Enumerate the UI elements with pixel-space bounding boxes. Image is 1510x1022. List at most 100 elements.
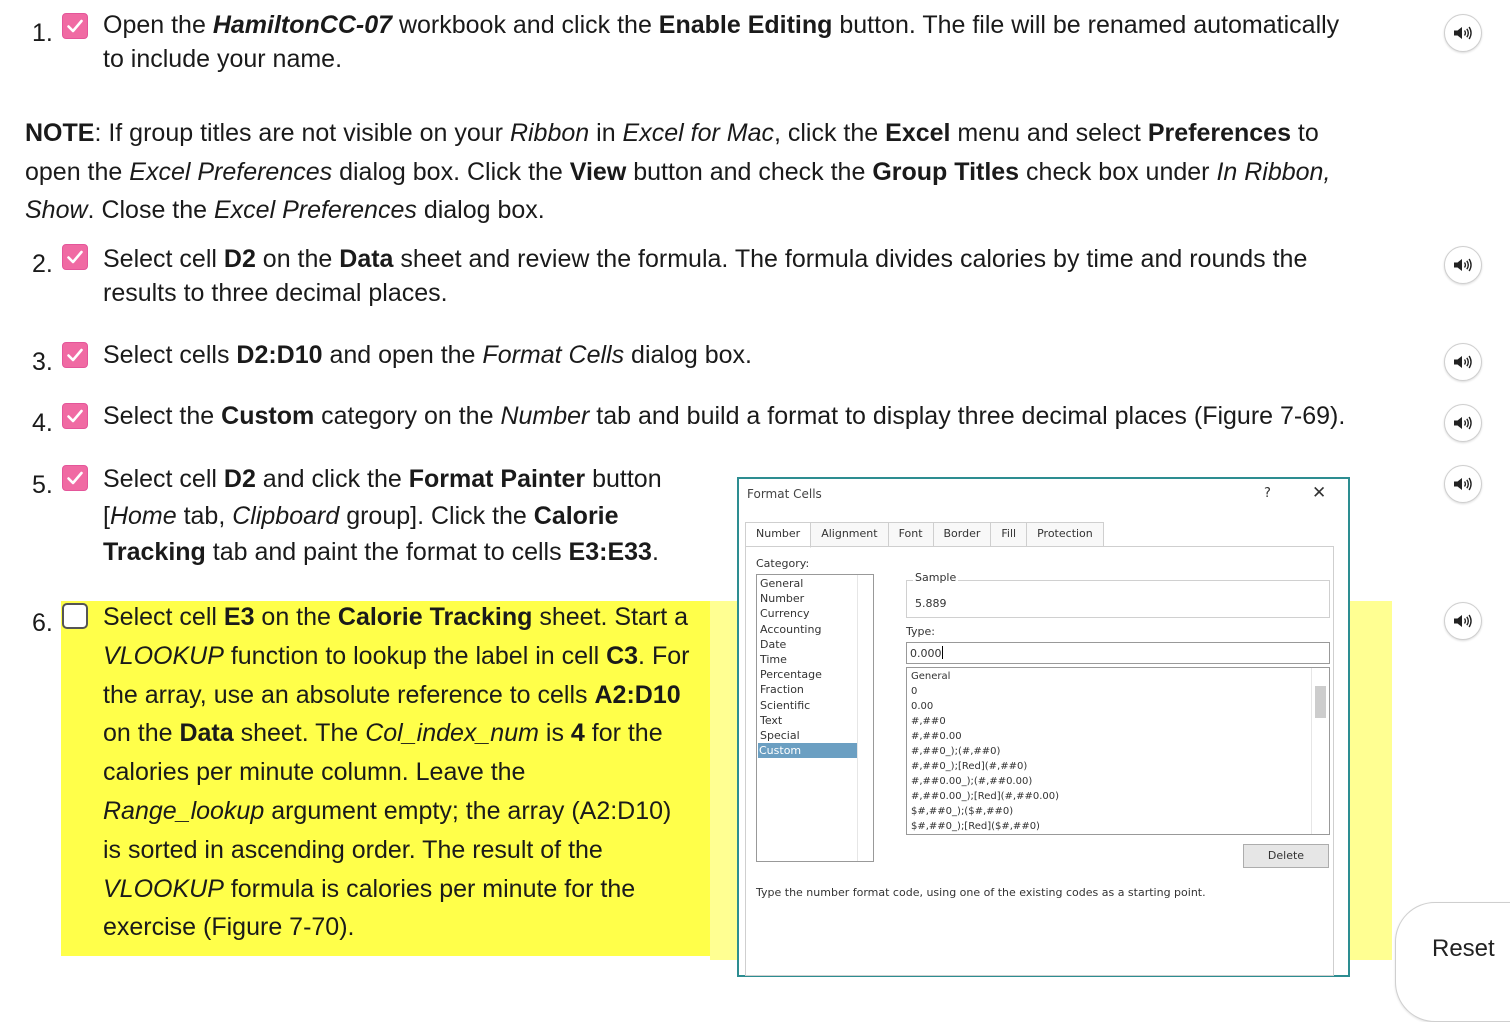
speaker-glyph bbox=[1454, 614, 1472, 628]
format-code-item[interactable]: #,##0 bbox=[911, 714, 1325, 729]
speaker-icon[interactable] bbox=[1444, 343, 1482, 381]
speaker-glyph bbox=[1454, 416, 1472, 430]
checkmark-icon bbox=[67, 471, 83, 485]
type-input[interactable]: 0.000 bbox=[906, 642, 1330, 664]
sample-label: Sample bbox=[913, 571, 959, 584]
format-code-item[interactable]: 0.00 bbox=[911, 699, 1325, 714]
step-checkbox[interactable] bbox=[62, 603, 88, 629]
sample-value: 5.889 bbox=[915, 597, 947, 610]
step-checkbox[interactable] bbox=[62, 244, 88, 270]
text-line: Select cell D2 on the Data sheet and rev… bbox=[103, 245, 1308, 273]
format-code-list[interactable]: General 0 0.00 #,##0 #,##0.00 #,##0_);(#,##0)… bbox=[906, 667, 1330, 835]
format-code-item[interactable]: $#,##0_);($#,##0) bbox=[911, 804, 1325, 819]
step-checkbox[interactable] bbox=[62, 342, 88, 368]
category-item-fraction[interactable]: Fraction bbox=[759, 682, 871, 697]
step-checkbox[interactable] bbox=[62, 465, 88, 491]
format-code-item[interactable]: 0 bbox=[911, 684, 1325, 699]
format-code-item[interactable]: #,##0_);[Red](#,##0) bbox=[911, 759, 1325, 774]
category-item-general[interactable]: General bbox=[759, 576, 871, 591]
text-line: Select cell E3 on the Calorie Tracking s… bbox=[103, 603, 689, 631]
text-line: VLOOKUP formula is calories per minute f… bbox=[103, 874, 636, 903]
text-line: is sorted in ascending order. The result… bbox=[103, 835, 603, 864]
close-button[interactable]: ✕ bbox=[1312, 483, 1326, 503]
tab-fill[interactable]: Fill bbox=[990, 522, 1028, 547]
note-text: NOTE: If group titles are not visible on… bbox=[25, 114, 1395, 230]
checkmark-icon bbox=[67, 250, 83, 264]
category-item-date[interactable]: Date bbox=[759, 637, 871, 652]
text-line: Range_lookup argument empty; the array (… bbox=[103, 796, 672, 825]
dialog-hint: Type the number format code, using one o… bbox=[756, 886, 1206, 899]
text-line: Tracking tab and paint the format to cel… bbox=[103, 538, 659, 566]
help-button[interactable]: ? bbox=[1264, 486, 1271, 501]
text-line: VLOOKUP function to lookup the label in … bbox=[103, 641, 690, 670]
category-item-currency[interactable]: Currency bbox=[759, 606, 871, 621]
text-line: Show. Close the Excel Preferences dialog… bbox=[25, 196, 545, 224]
category-scrollbar[interactable] bbox=[857, 575, 873, 861]
format-code-item[interactable]: General bbox=[911, 669, 1325, 684]
text-line: Select the Custom category on the Number… bbox=[103, 402, 1346, 430]
format-code-item[interactable]: #,##0.00_);(#,##0.00) bbox=[911, 774, 1325, 789]
text-line: exercise (Figure 7-70). bbox=[103, 913, 355, 942]
tab-font[interactable]: Font bbox=[887, 522, 934, 547]
step-number: 1. bbox=[32, 19, 53, 47]
category-item-number[interactable]: Number bbox=[759, 591, 871, 606]
tab-alignment[interactable]: Alignment bbox=[810, 522, 889, 547]
text-line: Select cells D2:D10 and open the Format … bbox=[103, 341, 752, 369]
dialog-tabs: Number Alignment Font Border Fill Protection bbox=[745, 522, 1104, 548]
reset-button[interactable]: Reset bbox=[1395, 902, 1510, 1022]
speaker-icon[interactable] bbox=[1444, 465, 1482, 503]
type-value: 0.000 bbox=[910, 647, 942, 660]
delete-button[interactable]: Delete bbox=[1243, 844, 1329, 868]
dialog-title: Format Cells bbox=[747, 487, 822, 501]
category-list[interactable]: General Number Currency Accounting Date Time P… bbox=[756, 574, 874, 862]
step-checkbox[interactable] bbox=[62, 13, 88, 39]
speaker-glyph bbox=[1454, 355, 1472, 369]
speaker-icon[interactable] bbox=[1444, 14, 1482, 52]
step-number: 2. bbox=[32, 250, 53, 278]
format-list-scrollbar[interactable] bbox=[1311, 668, 1329, 834]
speaker-glyph bbox=[1454, 26, 1472, 40]
tab-border[interactable]: Border bbox=[932, 522, 992, 547]
type-label: Type: bbox=[906, 625, 935, 638]
text-line: NOTE: If group titles are not visible on… bbox=[25, 119, 1319, 147]
tab-number[interactable]: Number bbox=[745, 522, 812, 548]
text-line: on the Data sheet. The Col_index_num is … bbox=[103, 719, 663, 748]
text-line: results to three decimal places. bbox=[103, 279, 448, 307]
format-code-item[interactable]: #,##0.00 bbox=[911, 729, 1325, 744]
tab-protection[interactable]: Protection bbox=[1026, 522, 1104, 547]
format-code-item[interactable]: $#,##0_);[Red]($#,##0) bbox=[911, 819, 1325, 834]
text-line: [Home tab, Clipboard group]. Click the C… bbox=[103, 501, 619, 530]
category-item-scientific[interactable]: Scientific bbox=[759, 698, 871, 713]
speaker-icon[interactable] bbox=[1444, 602, 1482, 640]
checkmark-icon bbox=[67, 348, 83, 362]
text-line: to include your name. bbox=[103, 45, 343, 73]
format-code-item[interactable]: #,##0_);(#,##0) bbox=[911, 744, 1325, 759]
text-line: Open the HamiltonCC-07 workbook and clic… bbox=[103, 11, 1340, 39]
text-line: calories per minute column. Leave the bbox=[103, 758, 526, 787]
category-item-special[interactable]: Special bbox=[759, 728, 871, 743]
category-label: Category: bbox=[756, 557, 810, 570]
speaker-glyph bbox=[1454, 258, 1472, 272]
sample-box: Sample 5.889 bbox=[906, 571, 1330, 618]
speaker-icon[interactable] bbox=[1444, 246, 1482, 284]
step-text: Select cells D2:D10 and open the Format … bbox=[103, 338, 1423, 372]
speaker-icon[interactable] bbox=[1444, 404, 1482, 442]
text-line: the array, use an absolute reference to … bbox=[103, 680, 681, 709]
step-number: 5. bbox=[32, 471, 53, 499]
text-line: Select cell D2 and click the Format Pain… bbox=[103, 465, 662, 493]
category-item-accounting[interactable]: Accounting bbox=[759, 622, 871, 637]
category-item-time[interactable]: Time bbox=[759, 652, 871, 667]
step-number: 6. bbox=[32, 609, 53, 637]
format-code-item[interactable]: #,##0.00_);[Red](#,##0.00) bbox=[911, 789, 1325, 804]
speaker-glyph bbox=[1454, 477, 1472, 491]
category-item-custom[interactable]: Custom bbox=[758, 743, 857, 759]
step-checkbox[interactable] bbox=[62, 403, 88, 429]
category-item-text[interactable]: Text bbox=[759, 713, 871, 728]
step-text: Select cell E3 on the Calorie Tracking s… bbox=[103, 598, 715, 947]
category-item-percentage[interactable]: Percentage bbox=[759, 667, 871, 682]
step-number: 3. bbox=[32, 348, 53, 376]
step-text: Select cell D2 and click the Format Pain… bbox=[103, 461, 723, 571]
text-line: open the Excel Preferences dialog box. C… bbox=[25, 157, 1331, 186]
format-cells-dialog: Format Cells ? ✕ Number Alignment Font Bord… bbox=[737, 477, 1350, 977]
step-text: Select the Custom category on the Number… bbox=[103, 399, 1433, 433]
